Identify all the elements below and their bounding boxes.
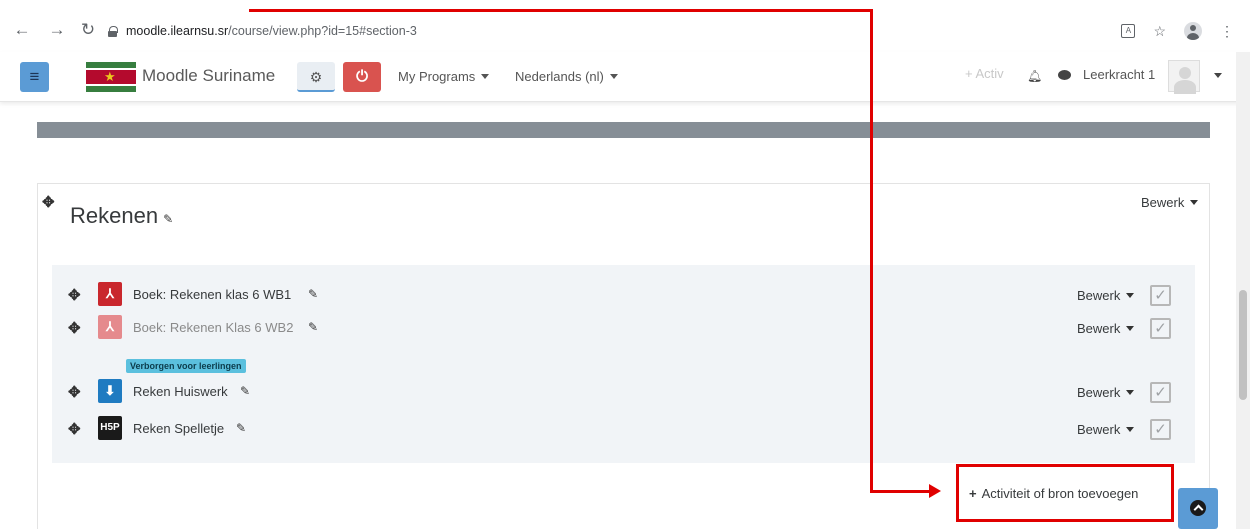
my-programs-label: My Programs <box>398 69 476 84</box>
list-item: ✥ ⅄ Boek: Rekenen Klas 6 WB2 Bewerk ✓ <box>52 315 1195 345</box>
url-host: moodle.ilearnsu.sr <box>126 24 229 38</box>
pencil-icon[interactable]: ✎ <box>308 320 318 334</box>
list-item: ✥ ⬇ Reken Huiswerk Bewerk ✓ <box>52 379 1195 409</box>
reload-icon[interactable]: ↻ <box>78 20 98 40</box>
back-icon[interactable]: ← <box>12 20 32 40</box>
section-divider-bar <box>37 122 1210 138</box>
move-icon[interactable]: ✥ <box>68 420 81 438</box>
more-icon[interactable]: ⋮ <box>1220 23 1234 40</box>
address-bar[interactable]: moodle.ilearnsu.sr/course/view.php?id=15… <box>108 22 417 40</box>
pdf-icon[interactable]: ⅄ <box>98 282 122 306</box>
activity-edit-menu[interactable]: Bewerk <box>1077 288 1135 303</box>
pdf-icon[interactable]: ⅄ <box>98 315 122 339</box>
annotation-arrow <box>870 490 932 493</box>
activity-edit-menu[interactable]: Bewerk <box>1077 422 1135 437</box>
list-item: ✥ ⅄ Boek: Rekenen klas 6 WB1 Bewerk ✓ <box>52 282 1195 312</box>
activity-link[interactable]: Boek: Rekenen klas 6 WB1 <box>133 287 291 302</box>
chevron-down-icon[interactable] <box>1214 73 1222 78</box>
user-name[interactable]: Leerkracht 1 <box>1083 67 1155 82</box>
annotation-arrow <box>870 9 873 493</box>
chevron-down-icon <box>1126 390 1135 395</box>
assignment-icon[interactable]: ⬇ <box>98 379 122 403</box>
pencil-icon[interactable]: ✎ <box>163 212 173 226</box>
browser-toolbar: ← → ↻ moodle.ilearnsu.sr/course/view.php… <box>0 0 1250 52</box>
activity-edit-label: Bewerk <box>1077 321 1121 336</box>
scrollbar-thumb[interactable] <box>1239 290 1247 400</box>
activity-hint: + Activ <box>965 66 1004 81</box>
section-title: Rekenen ✎ <box>70 203 173 229</box>
hidden-badge: Verborgen voor leerlingen <box>126 359 246 373</box>
arrowhead-icon <box>929 484 941 498</box>
suriname-flag-logo[interactable]: ★ <box>86 62 136 92</box>
section-edit-label: Bewerk <box>1141 195 1185 210</box>
url-path: /course/view.php?id=15#section-3 <box>228 24 417 38</box>
completion-checkbox[interactable]: ✓ <box>1150 419 1171 440</box>
activity-edit-label: Bewerk <box>1077 422 1121 437</box>
chevron-down-icon <box>609 74 618 79</box>
activity-edit-menu[interactable]: Bewerk <box>1077 321 1135 336</box>
site-name[interactable]: Moodle Suriname <box>142 66 275 86</box>
avatar[interactable] <box>1168 60 1200 94</box>
chevron-down-icon <box>1190 200 1199 205</box>
notification-bell-icon[interactable]: 🔔︎ <box>1027 69 1042 83</box>
star-icon: ★ <box>104 69 116 84</box>
translate-icon[interactable]: A <box>1121 24 1136 38</box>
move-icon[interactable]: ✥ <box>68 319 81 337</box>
section-edit-menu[interactable]: Bewerk <box>1141 195 1199 210</box>
pencil-icon[interactable]: ✎ <box>240 384 250 398</box>
back-to-top-button[interactable] <box>1178 488 1218 529</box>
move-icon[interactable]: ✥ <box>68 383 81 401</box>
activity-edit-label: Bewerk <box>1077 288 1121 303</box>
h5p-icon[interactable]: H5P <box>98 416 122 440</box>
my-programs-menu[interactable]: My Programs <box>398 69 490 84</box>
messages-icon[interactable] <box>1058 70 1071 80</box>
language-label: Nederlands (nl) <box>515 69 604 84</box>
annotation-arrow <box>249 9 873 12</box>
move-icon[interactable]: ✥ <box>42 193 55 211</box>
move-icon[interactable]: ✥ <box>68 286 81 304</box>
add-activity-label: Activiteit of bron toevoegen <box>981 486 1139 501</box>
add-activity-button[interactable]: + Activiteit of bron toevoegen <box>956 464 1174 522</box>
activity-edit-menu[interactable]: Bewerk <box>1077 385 1135 400</box>
power-button[interactable]: ⏻ <box>343 62 381 92</box>
completion-checkbox[interactable]: ✓ <box>1150 318 1171 339</box>
activity-edit-label: Bewerk <box>1077 385 1121 400</box>
activity-link[interactable]: Reken Spelletje <box>133 421 224 436</box>
forward-icon[interactable]: → <box>47 20 67 40</box>
plus-icon: + <box>969 486 977 501</box>
lock-icon <box>108 25 118 37</box>
page-scrollbar[interactable] <box>1236 52 1250 529</box>
moodle-navbar: ≡ ★ Moodle Suriname ⚙ ⏻ My Programs Nede… <box>0 52 1250 102</box>
star-icon[interactable]: ☆ <box>1153 23 1166 40</box>
chevron-down-icon <box>1126 326 1135 331</box>
pencil-icon[interactable]: ✎ <box>308 287 318 301</box>
language-menu[interactable]: Nederlands (nl) <box>515 69 618 84</box>
chevron-down-icon <box>1126 293 1135 298</box>
activity-link[interactable]: Boek: Rekenen Klas 6 WB2 <box>133 320 293 335</box>
activity-link[interactable]: Reken Huiswerk <box>133 384 228 399</box>
settings-gear-button[interactable]: ⚙ <box>297 62 335 92</box>
chevron-down-icon <box>1126 427 1135 432</box>
profile-icon[interactable] <box>1184 22 1202 40</box>
hamburger-menu-button[interactable]: ≡ <box>20 62 49 92</box>
list-item: ✥ H5P Reken Spelletje Bewerk ✓ <box>52 416 1195 446</box>
completion-checkbox[interactable]: ✓ <box>1150 285 1171 306</box>
section-title-text: Rekenen <box>70 203 159 228</box>
completion-checkbox[interactable]: ✓ <box>1150 382 1171 403</box>
pencil-icon[interactable]: ✎ <box>236 421 246 435</box>
chevron-down-icon <box>481 74 490 79</box>
